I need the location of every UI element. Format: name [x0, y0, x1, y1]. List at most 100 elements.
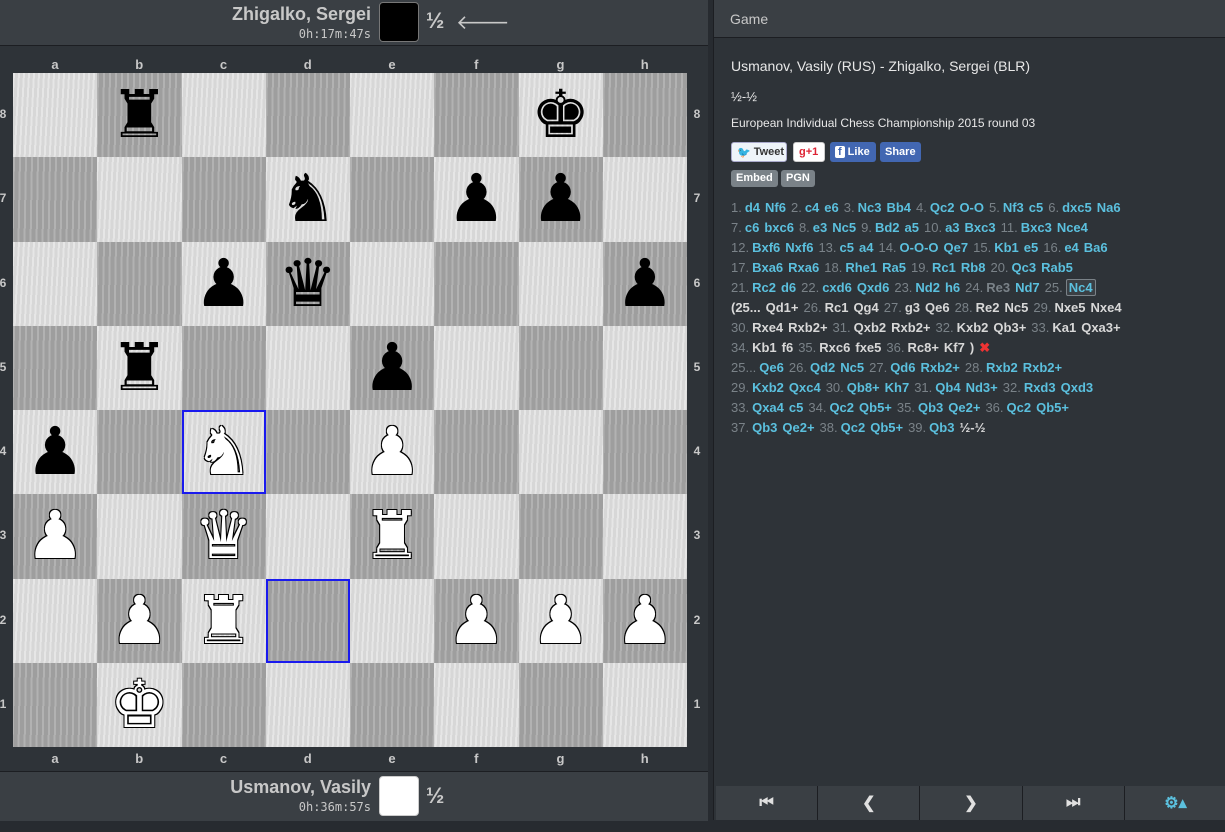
move[interactable]: Rxe4	[752, 320, 783, 335]
move[interactable]: Rc1	[932, 260, 956, 275]
square-c5[interactable]	[181, 325, 266, 410]
square-c8[interactable]	[181, 73, 266, 158]
white-knight-piece[interactable]: ♞	[182, 410, 266, 494]
move[interactable]: Nf3	[1003, 200, 1024, 215]
square-g4[interactable]	[518, 410, 603, 495]
move[interactable]: Qd6	[890, 360, 915, 375]
first-move-button[interactable]: ⏮	[716, 786, 819, 820]
square-c1[interactable]	[181, 662, 266, 747]
square-g3[interactable]	[518, 494, 603, 579]
square-f6[interactable]	[434, 241, 519, 326]
facebook-like-button[interactable]: f Like	[830, 142, 876, 162]
move[interactable]: Qe2+	[782, 420, 814, 435]
white-rook-piece[interactable]: ♜	[182, 579, 266, 663]
move[interactable]: Qg4	[853, 300, 878, 315]
square-c7[interactable]	[181, 157, 266, 242]
move[interactable]: Nc5	[1005, 300, 1029, 315]
tweet-button[interactable]: 🐦 Tweet	[731, 142, 787, 162]
pgn-button[interactable]: PGN	[781, 170, 815, 187]
move[interactable]: Qc2	[1007, 400, 1032, 415]
move[interactable]: Rc8+	[907, 340, 938, 355]
black-pawn-piece[interactable]: ♟	[350, 326, 434, 410]
white-pawn-piece[interactable]: ♟	[434, 579, 518, 663]
square-b7[interactable]	[97, 157, 182, 242]
square-d1[interactable]	[265, 662, 350, 747]
square-f8[interactable]	[434, 73, 519, 158]
black-king-piece[interactable]: ♚	[519, 73, 603, 157]
move[interactable]: O-O-O	[900, 240, 939, 255]
move[interactable]: Qxb2	[854, 320, 887, 335]
move[interactable]: Ba6	[1084, 240, 1108, 255]
square-f3[interactable]	[434, 494, 519, 579]
black-knight-piece[interactable]: ♞	[266, 157, 350, 241]
black-pawn-piece[interactable]: ♟	[519, 157, 603, 241]
move[interactable]: Rc1	[825, 300, 849, 315]
square-a6[interactable]	[13, 241, 98, 326]
move[interactable]: Qe6	[925, 300, 950, 315]
last-move-button[interactable]: ⏭	[1022, 786, 1125, 820]
black-pawn-piece[interactable]: ♟	[13, 410, 97, 494]
square-a7[interactable]	[13, 157, 98, 242]
black-rook-piece[interactable]: ♜	[97, 73, 181, 157]
move[interactable]: fxe5	[855, 340, 881, 355]
black-pawn-piece[interactable]: ♟	[603, 242, 687, 326]
black-pawn-piece[interactable]: ♟	[434, 157, 518, 241]
facebook-share-button[interactable]: Share	[880, 142, 921, 162]
move[interactable]: Qb4	[935, 380, 960, 395]
move[interactable]: Qb5+	[870, 420, 903, 435]
move[interactable]: c5	[1029, 200, 1043, 215]
white-rook-piece[interactable]: ♜	[350, 494, 434, 578]
move[interactable]: Rb8	[961, 260, 986, 275]
white-king-piece[interactable]: ♚	[97, 663, 181, 747]
chess-board[interactable]: ♜ ♚ ♞ ♟ ♟ ♟ ♛ ♟ ♜ ♟ ♟ ♞ ♟ ♟ ♛ ♜ ♟ ♜ ♟ ♟ ♟ ♚	[13, 73, 687, 747]
move[interactable]: Nf6	[765, 200, 786, 215]
square-a2[interactable]	[13, 578, 98, 663]
square-e6[interactable]	[350, 241, 435, 326]
black-queen-piece[interactable]: ♛	[266, 242, 350, 326]
move[interactable]: f6	[782, 340, 794, 355]
move[interactable]: Bb4	[886, 200, 911, 215]
move[interactable]: O-O	[959, 200, 984, 215]
square-h3[interactable]	[602, 494, 687, 579]
move[interactable]: Nxe5	[1054, 300, 1085, 315]
move[interactable]: a3	[945, 220, 959, 235]
move[interactable]: bxc6	[764, 220, 794, 235]
square-d8[interactable]	[265, 73, 350, 158]
move[interactable]: Kf7	[944, 340, 965, 355]
move[interactable]: Rxb2+	[788, 320, 827, 335]
move[interactable]: Qd2	[810, 360, 835, 375]
move[interactable]: Re2	[976, 300, 1000, 315]
square-e7[interactable]	[350, 157, 435, 242]
square-d5[interactable]	[265, 325, 350, 410]
white-pawn-piece[interactable]: ♟	[603, 579, 687, 663]
gplus-button[interactable]: g+1	[793, 142, 825, 162]
square-d3[interactable]	[265, 494, 350, 579]
move[interactable]: c5	[789, 400, 803, 415]
move[interactable]: c5	[840, 240, 854, 255]
move[interactable]: a5	[905, 220, 919, 235]
square-e8[interactable]	[350, 73, 435, 158]
move[interactable]: h6	[945, 280, 960, 295]
move[interactable]: Qb5+	[859, 400, 892, 415]
move[interactable]: Bd2	[875, 220, 900, 235]
move[interactable]: e3	[813, 220, 827, 235]
move[interactable]: d6	[781, 280, 796, 295]
move[interactable]: e4	[1064, 240, 1078, 255]
embed-button[interactable]: Embed	[731, 170, 778, 187]
square-g1[interactable]	[518, 662, 603, 747]
move[interactable]: Rxa6	[788, 260, 819, 275]
move[interactable]: Bxa6	[752, 260, 783, 275]
back-arrow-icon[interactable]: 🡐	[456, 10, 510, 35]
previous-move-button[interactable]: ❮	[818, 786, 921, 820]
move[interactable]: d4	[745, 200, 760, 215]
move[interactable]: e6	[824, 200, 838, 215]
move[interactable]: )	[970, 340, 974, 355]
move[interactable]: Qb3+	[993, 320, 1026, 335]
move[interactable]: Qe6	[759, 360, 784, 375]
square-g6[interactable]	[518, 241, 603, 326]
current-move[interactable]: Nc4	[1065, 279, 1096, 296]
move[interactable]: Nxe4	[1091, 300, 1122, 315]
move[interactable]: Rxb2	[986, 360, 1018, 375]
move[interactable]: Rc2	[752, 280, 776, 295]
square-a8[interactable]	[13, 73, 98, 158]
